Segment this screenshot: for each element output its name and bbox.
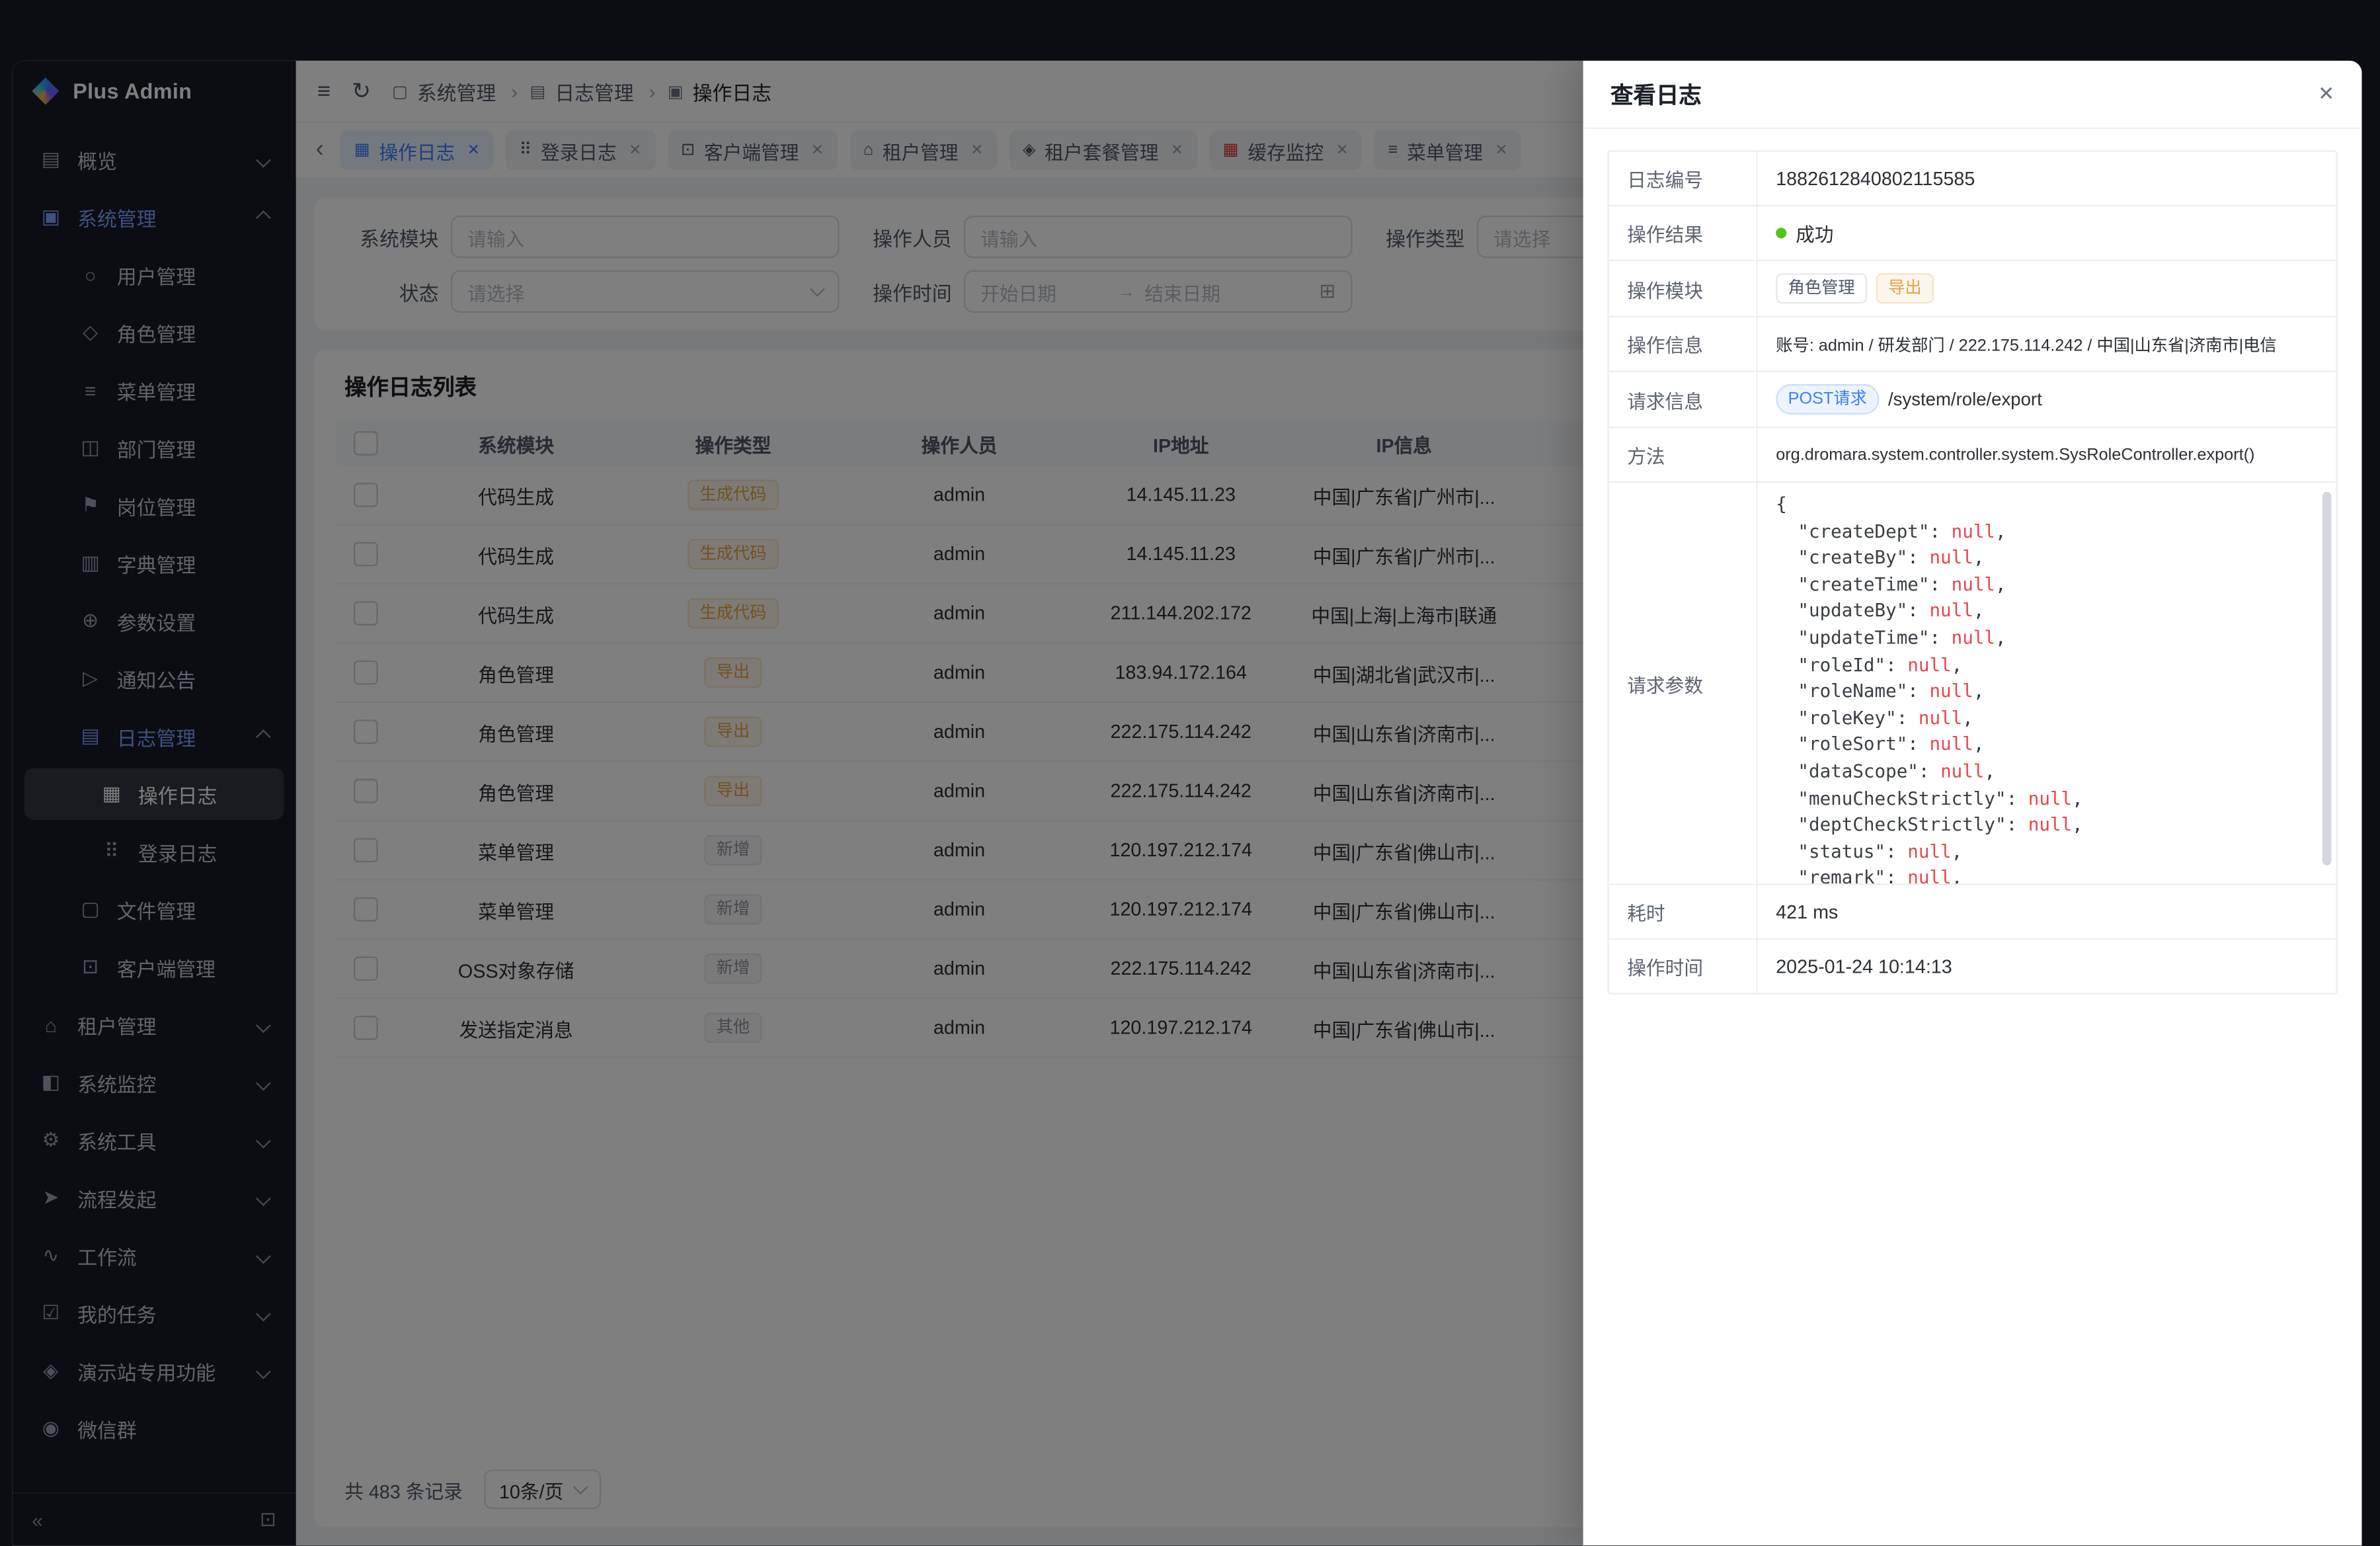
duration-value: 421 ms bbox=[1758, 885, 2336, 938]
log-descriptions: 日志编号 1882612840802115585 操作结果 成功 操作模块 bbox=[1607, 150, 2337, 995]
scrollbar-thumb[interactable] bbox=[2322, 492, 2332, 866]
method-row: 方法 org.dromara.system.controller.system.… bbox=[1609, 428, 2336, 483]
label-log-id: 日志编号 bbox=[1609, 152, 1758, 205]
module-row: 操作模块 角色管理 导出 bbox=[1609, 261, 2336, 317]
label-info: 操作信息 bbox=[1609, 317, 1758, 370]
log-detail-drawer: 查看日志 ✕ 日志编号 1882612840802115585 操作结果 成功 bbox=[1583, 61, 2362, 1546]
params-json-code: { "createDept": null, "createBy": null, … bbox=[1758, 483, 2336, 883]
label-method: 方法 bbox=[1609, 428, 1758, 481]
operation-time-row: 操作时间 2025-01-24 10:14:13 bbox=[1609, 940, 2336, 993]
request-params-row: 请求参数 { "createDept": null, "createBy": n… bbox=[1609, 483, 2336, 885]
drawer-header: 查看日志 ✕ bbox=[1583, 61, 2362, 129]
label-duration: 耗时 bbox=[1609, 885, 1758, 938]
duration-row: 耗时 421 ms bbox=[1609, 885, 2336, 940]
operation-time-value: 2025-01-24 10:14:13 bbox=[1758, 940, 2336, 993]
result-row: 操作结果 成功 bbox=[1609, 206, 2336, 261]
request-method-tag: POST请求 bbox=[1776, 384, 1879, 415]
request-path: /system/role/export bbox=[1888, 389, 2042, 410]
label-result: 操作结果 bbox=[1609, 206, 1758, 259]
method-value: org.dromara.system.controller.system.Sys… bbox=[1758, 428, 2336, 481]
operation-info-row: 操作信息 账号: admin / 研发部门 / 222.175.114.242 … bbox=[1609, 317, 2336, 372]
label-time: 操作时间 bbox=[1609, 940, 1758, 993]
request-info-row: 请求信息 POST请求 /system/role/export bbox=[1609, 372, 2336, 428]
drawer-body: 日志编号 1882612840802115585 操作结果 成功 操作模块 bbox=[1583, 129, 2362, 1546]
label-request: 请求信息 bbox=[1609, 372, 1758, 427]
log-id-row: 日志编号 1882612840802115585 bbox=[1609, 152, 2336, 207]
app-window: Plus Admin ▤ 概览 ▣ 系统管理 bbox=[12, 61, 2361, 1546]
operation-info-value: 账号: admin / 研发部门 / 222.175.114.242 / 中国|… bbox=[1758, 317, 2336, 370]
label-module: 操作模块 bbox=[1609, 261, 1758, 316]
export-action-tag: 导出 bbox=[1876, 273, 1934, 304]
drawer-close-icon[interactable]: ✕ bbox=[2318, 82, 2334, 106]
log-id-value: 1882612840802115585 bbox=[1758, 152, 2336, 205]
module-tag: 角色管理 bbox=[1776, 273, 1867, 304]
drawer-title: 查看日志 bbox=[1610, 78, 1702, 110]
screen: Plus Admin ▤ 概览 ▣ 系统管理 bbox=[0, 0, 2380, 1546]
result-text: 成功 bbox=[1796, 219, 1833, 248]
success-dot-icon bbox=[1776, 227, 1786, 238]
label-params: 请求参数 bbox=[1609, 483, 1758, 883]
